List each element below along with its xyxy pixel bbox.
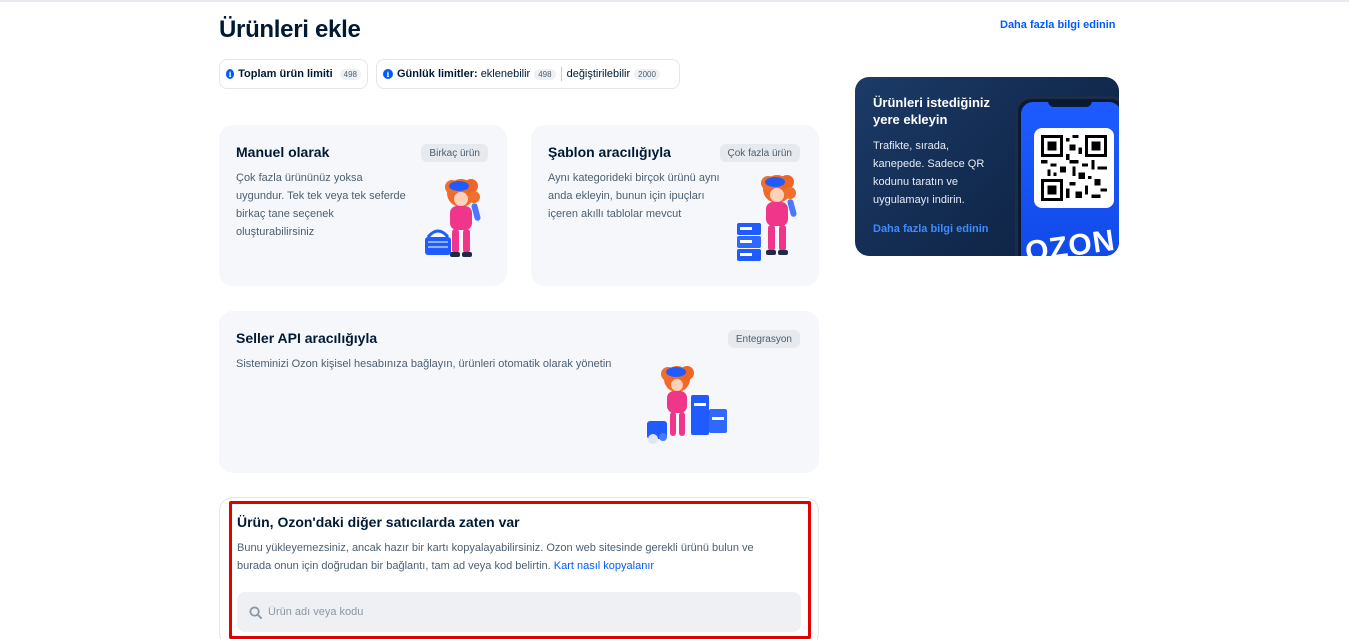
divider [560,67,562,81]
copy-block-description: Bunu yükleyemezsiniz, ancak hazır bir ka… [237,539,807,575]
mascot-basket-illustration [425,179,481,257]
manual-add-card[interactable]: Manuel olarak Birkaç ürün Çok fazla ürün… [219,125,507,286]
promo-title: Ürünleri istediğiniz yere ekleyin [873,95,991,127]
promo-description: Trafikte, sırada, kanepede. Sadece QR ko… [873,140,985,206]
desc-line: oluşturabilirsiniz [236,226,315,238]
info-icon[interactable]: i [383,69,393,79]
template-card-tag: Çok fazla ürün [719,144,800,162]
editable-label: değiştirilebilir [566,68,631,80]
desc-line: Çok fazla ürününüz yoksa [236,172,363,184]
mascot-integration-illustration [647,366,727,444]
desc-line: içeren akıllı tablolar mevcut [548,208,682,220]
search-icon [249,605,262,619]
addable-count: 498 [534,68,556,80]
manual-card-tag: Birkaç ürün [421,144,488,162]
desc-line: birkaç tane seçenek [236,208,334,220]
total-limit-badge: i Toplam ürün limiti 498 [219,59,368,89]
desc-line: anda ekleyin, bunun için ipuçları [548,190,705,202]
phone-screen: OZON [1021,102,1119,256]
addable-label: eklenebilir [480,68,531,80]
template-card-title: Şablon aracılığıyla [548,144,671,160]
api-card-description: Sisteminizi Ozon kişisel hesabınıza bağl… [236,358,612,370]
api-card-tag: Entegrasyon [727,330,800,348]
desc-line: burada onun için doğrudan bir bağlantı, … [237,557,807,575]
daily-limit-badge: i Günlük limitler: eklenebilir 498 değiş… [376,59,680,89]
ozon-logo: OZON [1023,223,1118,256]
template-card-description: Aynı kategorideki birçok ürünü aynı anda… [548,169,720,223]
more-info-link[interactable]: Daha fazla bilgi edinin [1000,19,1116,31]
copy-card-help-link[interactable]: Kart nasıl kopyalanır [554,560,654,572]
search-input[interactable] [268,606,768,618]
qr-code-icon [1034,128,1114,208]
top-divider [0,0,1349,2]
info-icon[interactable]: i [226,69,235,79]
page-title: Ürünleri ekle [219,16,361,43]
total-limit-label: Toplam ürün limiti [238,68,333,80]
daily-limit-label: Günlük limitler: [397,68,478,80]
desc-text: burada onun için doğrudan bir bağlantı, … [237,560,551,572]
api-card-title: Seller API aracılığıyla [236,330,378,346]
promo-more-link[interactable]: Daha fazla bilgi edinin [873,223,989,235]
mascot-boxes-illustration [737,175,797,261]
template-add-card[interactable]: Şablon aracılığıyla Çok fazla ürün Aynı … [531,125,819,286]
phone-notch [1048,99,1092,107]
manual-card-title: Manuel olarak [236,144,330,160]
desc-line: Aynı kategorideki birçok ürünü aynı [548,172,720,184]
total-limit-count: 498 [339,68,361,80]
api-add-card[interactable]: Seller API aracılığıyla Entegrasyon Sist… [219,311,819,473]
app-promo-banner: Ürünleri istediğiniz yere ekleyin Trafik… [855,77,1119,256]
editable-count: 2000 [634,68,660,80]
desc-line: uygundur. Tek tek veya tek seferde [236,190,406,202]
phone-illustration: OZON [1015,96,1119,256]
manual-card-description: Çok fazla ürününüz yoksa uygundur. Tek t… [236,169,406,241]
desc-line: Bunu yükleyemezsiniz, ancak hazır bir ka… [237,542,754,554]
product-search-field[interactable] [237,592,801,632]
copy-block-title: Ürün, Ozon'daki diğer satıcılarda zaten … [237,514,520,530]
